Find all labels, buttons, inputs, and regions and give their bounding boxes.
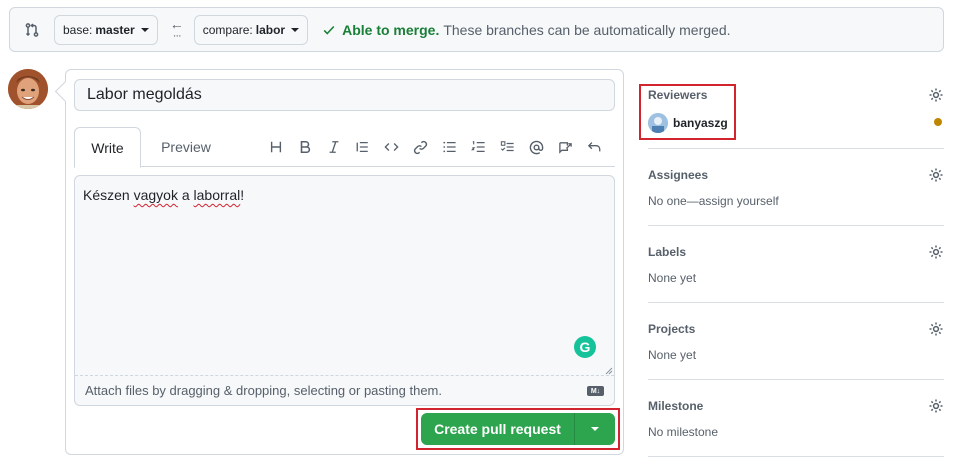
base-prefix: base: — [63, 22, 93, 37]
body-spellcheck-word: laborral — [193, 187, 241, 203]
link-icon[interactable] — [406, 137, 435, 157]
labels-title: Labels — [648, 245, 687, 259]
heading-icon[interactable] — [261, 137, 290, 157]
mention-icon[interactable] — [522, 137, 551, 157]
labels-value: None yet — [648, 271, 697, 285]
gear-icon[interactable] — [928, 167, 944, 183]
gear-icon[interactable] — [928, 398, 944, 414]
markdown-toolbar — [261, 137, 609, 157]
tab-write[interactable]: Write — [74, 127, 141, 168]
assign-yourself-link[interactable]: No one—assign yourself — [648, 194, 779, 208]
projects-value: None yet — [648, 348, 697, 362]
gear-icon[interactable] — [928, 87, 944, 103]
gear-icon[interactable] — [928, 321, 944, 337]
merge-status-label: Able to merge. — [342, 21, 440, 38]
avatar[interactable] — [8, 69, 48, 109]
reviewer-name: banyaszg — [673, 116, 728, 130]
compare-bar: base: master ← ··· compare: labor Able t… — [9, 7, 944, 52]
attach-files-text: Attach files by dragging & dropping, sel… — [85, 383, 442, 398]
projects-title: Projects — [648, 322, 696, 336]
create-options-dropdown[interactable] — [574, 413, 615, 445]
comment-body-text: Készen vagyok a laborral! — [83, 187, 244, 203]
compare-branch-select[interactable]: compare: labor — [193, 14, 309, 45]
projects-section: Projects None yet — [648, 303, 944, 380]
compare-branches-icon — [24, 22, 40, 38]
compare-branch-name: labor — [255, 22, 286, 37]
compare-prefix: compare: — [202, 22, 253, 37]
base-branch-name: master — [95, 22, 135, 37]
editor-tabs: Write Preview — [74, 127, 615, 168]
italic-icon[interactable] — [319, 137, 348, 157]
check-icon — [322, 23, 336, 37]
milestone-title: Milestone — [648, 399, 704, 413]
chevron-down-icon — [291, 27, 300, 32]
unordered-list-icon[interactable] — [435, 137, 464, 157]
code-icon[interactable] — [377, 137, 406, 157]
merge-status-detail: These branches can be automatically merg… — [443, 21, 731, 38]
reviewers-title: Reviewers — [648, 88, 708, 102]
submit-highlight: Create pull request — [416, 408, 620, 450]
body-text-part: ! — [240, 187, 245, 203]
body-text-part: a — [177, 187, 194, 203]
bold-icon[interactable] — [290, 137, 319, 157]
cross-reference-icon[interactable] — [551, 137, 580, 157]
reviewers-section: Reviewers banyaszg — [639, 72, 944, 149]
comment-body-textarea[interactable]: Készen vagyok a laborral! G Attach files… — [74, 175, 615, 406]
tab-preview[interactable]: Preview — [154, 127, 218, 167]
chevron-down-icon — [140, 27, 149, 32]
reviewer-avatar — [648, 113, 668, 133]
undo-icon[interactable] — [580, 137, 609, 157]
resize-handle-icon[interactable] — [605, 363, 613, 375]
reviewer-item[interactable]: banyaszg — [648, 113, 728, 133]
review-pending-dot — [934, 118, 942, 126]
milestone-value: No milestone — [648, 425, 719, 439]
milestone-section: Milestone No milestone — [648, 380, 944, 457]
markdown-icon[interactable]: M↓ — [587, 386, 604, 396]
pull-request-form: Labor megoldás Write Preview Készen vagy… — [65, 69, 624, 455]
grammarly-icon[interactable]: G — [574, 336, 596, 358]
quote-icon[interactable] — [348, 137, 377, 157]
create-pull-request-button[interactable]: Create pull request — [421, 413, 574, 445]
chevron-down-icon — [591, 427, 599, 431]
body-spellcheck-word: vagyok — [133, 187, 178, 203]
arrow-left-icon: ← ··· — [169, 15, 184, 42]
gear-icon[interactable] — [928, 244, 944, 260]
pr-sidebar: Reviewers banyaszg Assignees No one—assi… — [639, 72, 944, 457]
title-input[interactable]: Labor megoldás — [74, 79, 615, 111]
labels-section: Labels None yet — [648, 226, 944, 303]
assignees-title: Assignees — [648, 168, 709, 182]
merge-status: Able to merge. These branches can be aut… — [322, 21, 731, 38]
task-list-icon[interactable] — [493, 137, 522, 157]
attach-files-hint[interactable]: Attach files by dragging & dropping, sel… — [75, 375, 614, 405]
assignees-section: Assignees No one—assign yourself — [648, 149, 944, 226]
body-text-part: Készen — [83, 187, 134, 203]
ordered-list-icon[interactable] — [464, 137, 493, 157]
create-pull-request-group: Create pull request — [421, 413, 615, 445]
base-branch-select[interactable]: base: master — [54, 14, 158, 45]
